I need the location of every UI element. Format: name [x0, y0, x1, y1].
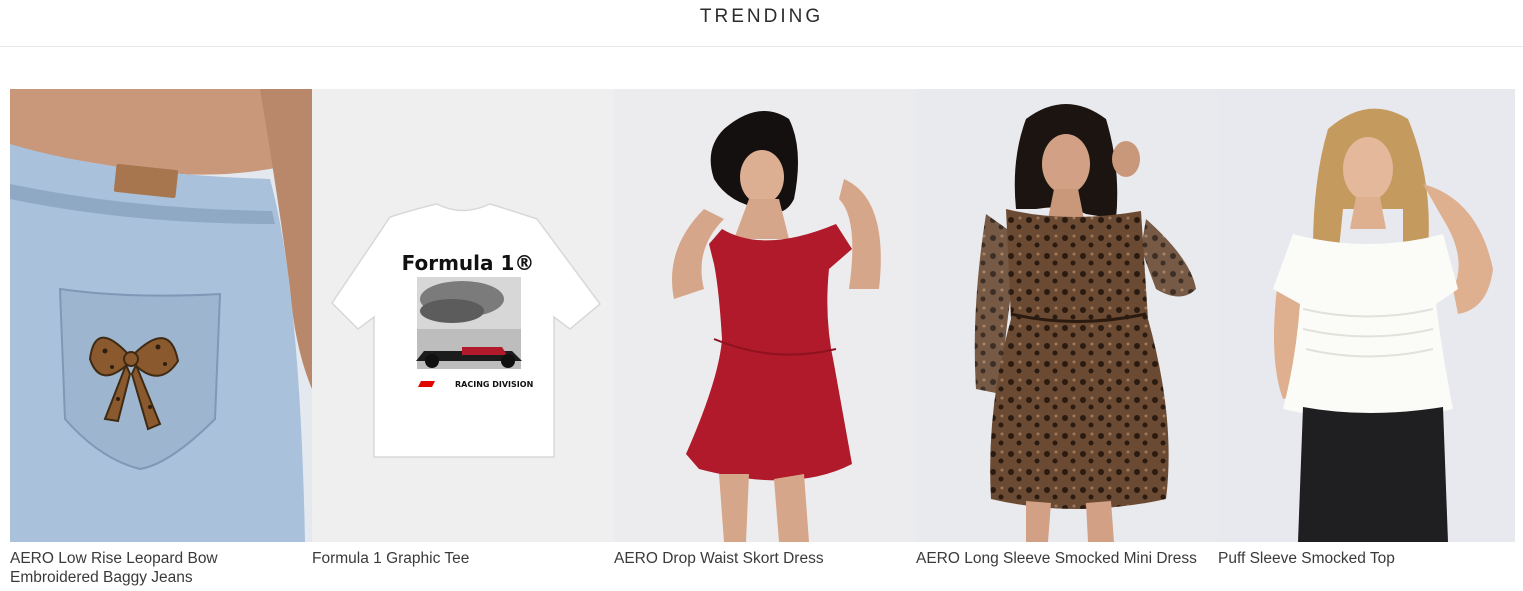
product-title[interactable]: Puff Sleeve Smocked Top	[1218, 549, 1508, 568]
product-title[interactable]: Formula 1 Graphic Tee	[312, 549, 602, 568]
product-image[interactable]	[614, 89, 916, 542]
leopard-dress-image	[916, 89, 1218, 542]
product-card[interactable]: AERO Long Sleeve Smocked Mini Dress	[916, 89, 1218, 568]
product-card[interactable]: Puff Sleeve Smocked Top	[1218, 89, 1515, 568]
product-title[interactable]: AERO Low Rise Leopard Bow Embroidered Ba…	[10, 549, 300, 587]
product-title[interactable]: AERO Drop Waist Skort Dress	[614, 549, 904, 568]
product-card[interactable]: AERO Low Rise Leopard Bow Embroidered Ba…	[10, 89, 312, 587]
product-card[interactable]: AERO Drop Waist Skort Dress	[614, 89, 916, 568]
section-header: TRENDING	[0, 0, 1523, 47]
product-image[interactable]	[10, 89, 312, 542]
dress-image	[614, 89, 916, 542]
tee-print-title: Formula 1®	[402, 251, 535, 275]
tee-print-sub: RACING DIVISION	[455, 380, 533, 389]
product-image[interactable]: Formula 1® RACING DIVISION	[312, 89, 614, 542]
top-image	[1218, 89, 1515, 542]
section-title: TRENDING	[699, 6, 824, 27]
product-image[interactable]	[1218, 89, 1515, 542]
jeans-image	[10, 89, 312, 542]
product-card[interactable]: Formula 1® RACING DIVISION Formula 1 Gra…	[312, 89, 614, 568]
product-title[interactable]: AERO Long Sleeve Smocked Mini Dress	[916, 549, 1206, 568]
product-grid: AERO Low Rise Leopard Bow Embroidered Ba…	[10, 89, 1515, 589]
tee-image: Formula 1® RACING DIVISION	[312, 89, 614, 542]
product-image[interactable]	[916, 89, 1218, 542]
